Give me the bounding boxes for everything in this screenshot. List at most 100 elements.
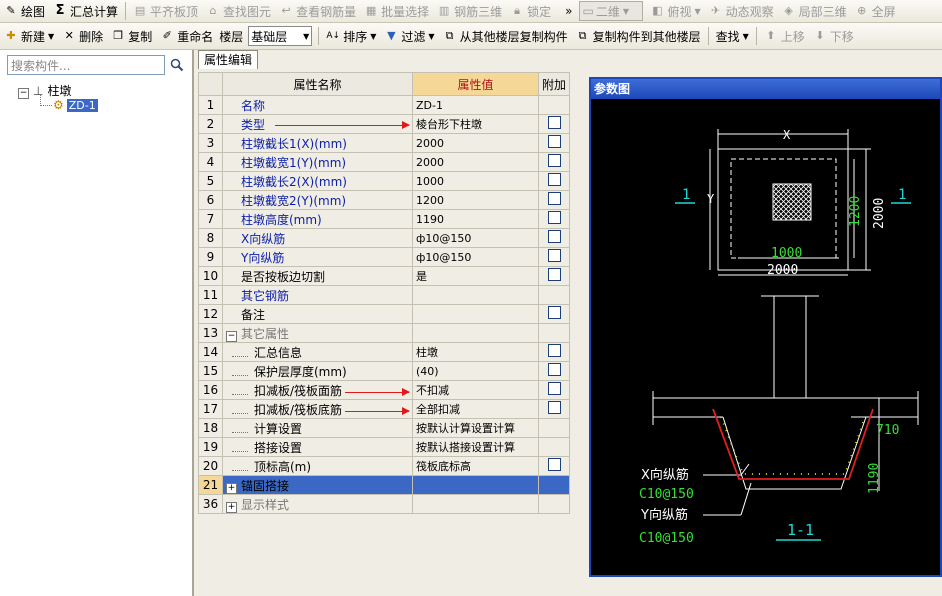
property-name[interactable]: Y向纵筋 [222, 247, 413, 267]
property-name[interactable]: 名称 [222, 95, 413, 115]
copy-to-floor-button[interactable]: ⧉ 复制构件到其他楼层 [572, 26, 705, 46]
property-value[interactable] [412, 323, 539, 343]
property-value[interactable]: 1000 [412, 171, 539, 191]
property-name[interactable]: 柱墩截宽1(Y)(mm) [222, 152, 413, 172]
fullscreen-button[interactable]: ⊕ 全屏 [851, 1, 900, 21]
table-row[interactable]: 19 搭接设置 按默认搭接设置计算 [198, 437, 571, 457]
tree-item-zd-1[interactable]: ⚙ ZD-1 [53, 98, 98, 112]
property-name[interactable]: X向纵筋 [222, 228, 413, 248]
property-name[interactable]: 扣减板/筏板底筋 [222, 399, 413, 419]
table-row[interactable]: 16 扣减板/筏板面筋 不扣减 [198, 380, 571, 400]
row-number[interactable]: 36 [198, 494, 223, 514]
property-value[interactable]: 柱墩 [412, 342, 539, 362]
row-number[interactable]: 7 [198, 209, 223, 229]
row-number[interactable]: 4 [198, 152, 223, 172]
table-row[interactable]: 15 保护层厚度(mm) (40) [198, 361, 571, 381]
search-input[interactable]: 搜索构件... [7, 55, 165, 75]
view-mode-select[interactable]: ▭ 二维 ▼ [579, 1, 644, 21]
orbit-button[interactable]: ✈ 动态观察 [705, 1, 778, 21]
lock-button[interactable]: 🔒︎ 锁定 [506, 1, 555, 21]
property-name[interactable]: 计算设置 [222, 418, 413, 438]
table-row[interactable]: 14 汇总信息 柱墩 [198, 342, 571, 362]
collapse-icon[interactable]: − [18, 88, 29, 99]
table-row[interactable]: 3 柱墩截长1(X)(mm) 2000 [198, 133, 571, 153]
table-row[interactable]: 36 + 显示样式 [198, 494, 571, 514]
floor-select[interactable]: 基础层 ▼ [248, 26, 313, 46]
property-value[interactable] [412, 494, 539, 514]
row-number[interactable]: 2 [198, 114, 223, 134]
row-number[interactable]: 14 [198, 342, 223, 362]
row-number[interactable]: 6 [198, 190, 223, 210]
local-3d-button[interactable]: ◈ 局部三维 [778, 1, 851, 21]
property-name[interactable]: 是否按板边切割 [222, 266, 413, 286]
move-up-button[interactable]: ⬆ 上移 [760, 26, 809, 46]
property-name[interactable]: 其它钢筋 [222, 285, 413, 305]
row-number[interactable]: 3 [198, 133, 223, 153]
top-view-button[interactable]: ◧ 俯视 ▼ [646, 1, 704, 21]
collapse-icon[interactable]: − [226, 330, 237, 342]
table-row[interactable]: 13− 其它属性 [198, 323, 571, 343]
copy-button[interactable]: ❐ 复制 [107, 26, 156, 46]
row-number[interactable]: 16 [198, 380, 223, 400]
header-value[interactable]: 属性值 [412, 72, 539, 96]
property-value[interactable]: 1200 [412, 190, 539, 210]
row-number[interactable]: 5 [198, 171, 223, 191]
row-number[interactable]: 20 [198, 456, 223, 476]
row-number[interactable]: 19 [198, 437, 223, 457]
extra-checkbox[interactable] [547, 173, 561, 186]
extra-checkbox[interactable] [547, 249, 561, 262]
table-row[interactable]: 5 柱墩截长2(X)(mm) 1000 [198, 171, 571, 191]
property-value[interactable]: 1190 [412, 209, 539, 229]
copy-from-floor-button[interactable]: ⧉ 从其他楼层复制构件 [439, 26, 572, 46]
extra-checkbox[interactable] [547, 401, 561, 414]
extra-checkbox[interactable] [547, 192, 561, 205]
property-value[interactable]: ф10@150 [412, 228, 539, 248]
extra-checkbox[interactable] [547, 363, 561, 376]
extra-checkbox[interactable] [547, 116, 561, 129]
property-value[interactable] [412, 304, 539, 324]
property-value[interactable]: 筏板底标高 [412, 456, 539, 476]
row-number[interactable]: 15 [198, 361, 223, 381]
property-name[interactable]: 柱墩截长1(X)(mm) [222, 133, 413, 153]
extra-checkbox[interactable] [547, 458, 561, 471]
table-row[interactable]: 17 扣减板/筏板底筋 全部扣减 [198, 399, 571, 419]
property-value[interactable]: 全部扣减 [412, 399, 539, 419]
property-name[interactable]: − 其它属性 [222, 323, 413, 343]
header-extra[interactable]: 附加 [537, 72, 571, 96]
property-name[interactable]: 备注 [222, 304, 413, 324]
extra-checkbox[interactable] [547, 154, 561, 167]
sort-button[interactable]: A↓ 排序 ▼ [322, 26, 380, 46]
property-value[interactable]: 棱台形下柱墩 [412, 114, 539, 134]
table-row[interactable]: 11 其它钢筋 [198, 285, 571, 305]
property-name[interactable]: + 锚固搭接 [222, 475, 413, 495]
delete-button[interactable]: ✕ 删除 [58, 26, 107, 46]
property-value[interactable]: ф10@150 [412, 247, 539, 267]
property-value[interactable]: (40) [412, 361, 539, 381]
property-name[interactable]: 扣减板/筏板面筋 [222, 380, 413, 400]
property-name[interactable]: 柱墩高度(mm) [222, 209, 413, 229]
property-value[interactable]: 2000 [412, 133, 539, 153]
extra-checkbox[interactable] [547, 344, 561, 357]
new-button[interactable]: ✚ 新建 ▼ [0, 26, 58, 46]
row-number[interactable]: 18 [198, 418, 223, 438]
table-row[interactable]: 10 是否按板边切割 是 [198, 266, 571, 286]
extra-checkbox[interactable] [547, 268, 561, 281]
property-name[interactable]: + 显示样式 [222, 494, 413, 514]
extra-checkbox[interactable] [547, 135, 561, 148]
table-row[interactable]: 4 柱墩截宽1(Y)(mm) 2000 [198, 152, 571, 172]
rename-button[interactable]: ✐ 重命名 [156, 26, 217, 46]
table-row[interactable]: 12 备注 [198, 304, 571, 324]
extra-checkbox[interactable] [547, 306, 561, 319]
find-element-button[interactable]: ⌂ 查找图元 [202, 1, 275, 21]
tab-property-edit[interactable]: 属性编辑 [198, 50, 259, 69]
toolbar-overflow-button[interactable]: » [561, 1, 576, 21]
property-value[interactable]: ZD-1 [412, 95, 539, 115]
table-row[interactable]: 20 顶标高(m) 筏板底标高 [198, 456, 571, 476]
find-button[interactable]: 查找 ▼ [712, 26, 753, 46]
property-name[interactable]: 类型 [222, 114, 413, 134]
table-row[interactable]: 8 X向纵筋 ф10@150 [198, 228, 571, 248]
property-value[interactable]: 按默认搭接设置计算 [412, 437, 539, 457]
table-row[interactable]: 7 柱墩高度(mm) 1190 [198, 209, 571, 229]
expand-icon[interactable]: + [226, 501, 237, 513]
search-button[interactable] [166, 55, 188, 75]
